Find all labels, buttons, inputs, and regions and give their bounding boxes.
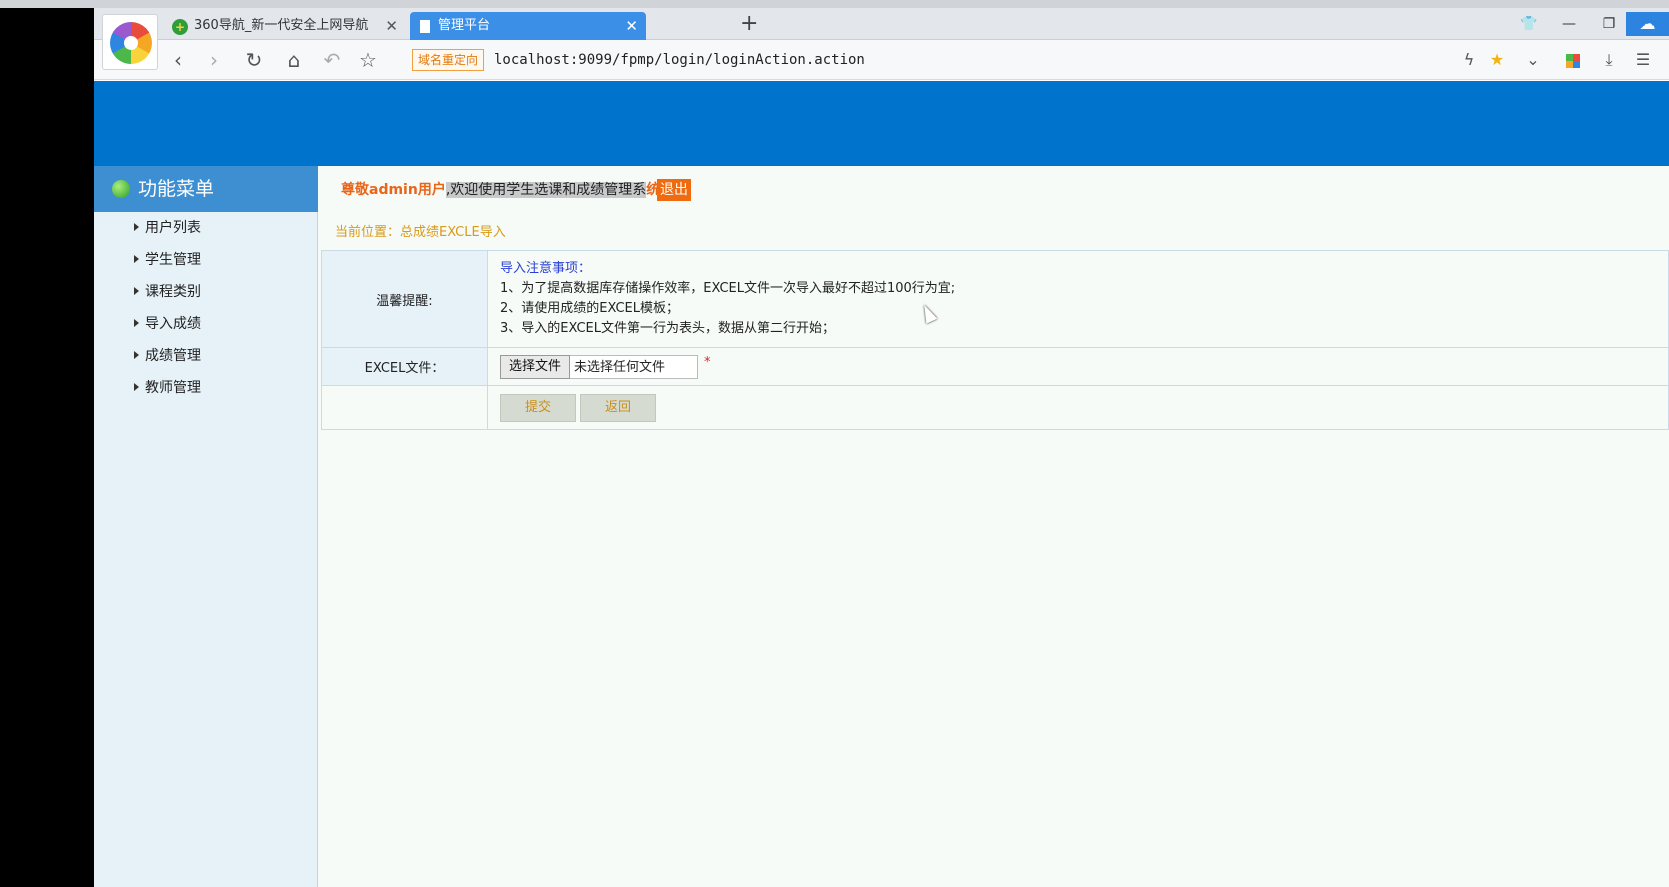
apps-icon[interactable] (1560, 46, 1586, 74)
forward-icon[interactable]: › (200, 46, 228, 74)
reload-icon[interactable]: ↻ (240, 46, 268, 74)
tab-title: 360导航_新一代安全上网导航 (194, 18, 369, 33)
required-mark: * (704, 354, 711, 370)
sidebar-item-grade-management[interactable]: 成绩管理 (134, 344, 201, 368)
new-tab-button[interactable]: + (740, 10, 758, 38)
sidebar-item-label: 学生管理 (145, 252, 201, 268)
redirect-badge[interactable]: 域名重定向 (412, 49, 485, 71)
triangle-right-icon (134, 319, 139, 327)
back-icon[interactable]: ‹ (164, 46, 192, 74)
sidebar-item-label: 教师管理 (145, 380, 201, 396)
bookmark-star-icon[interactable]: ☆ (354, 46, 382, 74)
notice-line: 3、导入的EXCEL文件第一行为表头，数据从第二行开始； (500, 321, 835, 336)
file-row: EXCEL文件： 选择文件 未选择任何文件 * (321, 347, 1669, 386)
triangle-right-icon (134, 223, 139, 231)
tab-bar: + 360导航_新一代安全上网导航 ✕ 管理平台 ✕ + 👕 — ❐ ☁ (94, 8, 1669, 40)
sidebar-item-label: 用户列表 (145, 220, 201, 236)
360-favicon-icon: + (172, 19, 188, 35)
empty-label-cell (321, 385, 488, 430)
import-form-table: 温馨提醒: 导入注意事项： 1、为了提高数据库存储操作效率，EXCEL文件一次导… (321, 250, 1669, 430)
sidebar-item-import-grades[interactable]: 导入成绩 (134, 312, 201, 336)
tab-360-nav[interactable]: + 360导航_新一代安全上网导航 ✕ (166, 12, 406, 40)
button-cell: 提交 返回 (487, 385, 1669, 430)
cloud-icon[interactable]: ☁ (1626, 12, 1669, 36)
file-label: EXCEL文件： (321, 347, 488, 386)
main-content: 尊敬admin用户,欢迎使用学生选课和成绩管理系统 退出 当前位置：总成绩EXC… (319, 166, 1669, 887)
notice-label: 温馨提醒: (321, 250, 488, 348)
welcome-user: 尊敬admin用户 (341, 182, 446, 198)
chevron-down-icon[interactable]: ⌄ (1520, 46, 1546, 74)
sidebar-item-student-management[interactable]: 学生管理 (134, 248, 201, 272)
notice-title: 导入注意事项： (500, 261, 592, 276)
os-top-strip (0, 0, 1669, 8)
favorite-star-icon[interactable]: ★ (1484, 46, 1510, 74)
undo-icon[interactable]: ↶ (318, 46, 346, 74)
button-row: 提交 返回 (321, 385, 1669, 430)
menu-cube-icon (112, 180, 130, 198)
browser-window: + 360导航_新一代安全上网导航 ✕ 管理平台 ✕ + 👕 — ❐ ☁ ‹ ›… (94, 8, 1669, 887)
restore-icon[interactable]: ❐ (1594, 12, 1624, 36)
address-bar: ‹ › ↻ ⌂ ↶ ☆ 域名重定向 localhost:9099/fpmp/lo… (94, 40, 1669, 80)
notice-line: 1、为了提高数据库存储操作效率，EXCEL文件一次导入最好不超过100行为宜; (500, 281, 956, 296)
logout-button[interactable]: 退出 (657, 179, 691, 201)
menu-title: 功能菜单 (138, 178, 215, 200)
menu-icon[interactable]: ☰ (1630, 46, 1656, 74)
minimize-icon[interactable]: — (1554, 12, 1584, 36)
screen: + 360导航_新一代安全上网导航 ✕ 管理平台 ✕ + 👕 — ❐ ☁ ‹ ›… (0, 0, 1669, 887)
welcome-message: 尊敬admin用户,欢迎使用学生选课和成绩管理系统 (341, 180, 660, 200)
notice-line: 2、请使用成绩的EXCEL模板； (500, 301, 679, 316)
submit-button[interactable]: 提交 (500, 393, 576, 422)
sidebar-item-label: 成绩管理 (145, 348, 201, 364)
notice-row: 温馨提醒: 导入注意事项： 1、为了提高数据库存储操作效率，EXCEL文件一次导… (321, 250, 1669, 348)
url-field[interactable]: localhost:9099/fpmp/login/loginAction.ac… (494, 49, 865, 71)
choose-file-button[interactable]: 选择文件 (500, 354, 571, 379)
browser-logo[interactable] (102, 14, 158, 70)
breadcrumb: 当前位置：总成绩EXCLE导入 (335, 225, 506, 240)
close-icon[interactable]: ✕ (385, 12, 398, 40)
triangle-right-icon (134, 287, 139, 295)
sidebar-item-course-category[interactable]: 课程类别 (134, 280, 201, 304)
skin-icon[interactable]: 👕 (1514, 12, 1544, 36)
file-status: 未选择任何文件 (570, 354, 699, 379)
home-icon[interactable]: ⌂ (280, 46, 308, 74)
sidebar-item-teacher-management[interactable]: 教师管理 (134, 376, 201, 400)
download-icon[interactable]: ⤓ (1596, 46, 1622, 74)
speed-mode-icon[interactable]: ϟ (1456, 46, 1482, 74)
back-button[interactable]: 返回 (580, 393, 656, 422)
file-input-cell: 选择文件 未选择任何文件 * (487, 347, 1669, 386)
triangle-right-icon (134, 351, 139, 359)
welcome-text-selected: ,欢迎使用学生选课和成绩管理系 (445, 182, 647, 198)
menu-header: 功能菜单 (94, 166, 318, 212)
triangle-right-icon (134, 383, 139, 391)
page-favicon-icon (420, 20, 430, 33)
web-page: 功能菜单 用户列表 学生管理 课程类别 导入成绩 成绩管理 教师管理 尊敬adm… (94, 81, 1669, 887)
triangle-right-icon (134, 255, 139, 263)
tab-admin-platform[interactable]: 管理平台 ✕ (410, 12, 646, 40)
header-banner (94, 81, 1669, 166)
notice-content: 导入注意事项： 1、为了提高数据库存储操作效率，EXCEL文件一次导入最好不超过… (487, 250, 1669, 348)
close-icon[interactable]: ✕ (625, 12, 638, 40)
sidebar-item-label: 导入成绩 (145, 316, 201, 332)
tab-title: 管理平台 (438, 18, 491, 33)
sidebar-item-user-list[interactable]: 用户列表 (134, 216, 201, 240)
sidebar: 功能菜单 用户列表 学生管理 课程类别 导入成绩 成绩管理 教师管理 (94, 166, 318, 887)
sidebar-item-label: 课程类别 (145, 284, 201, 300)
